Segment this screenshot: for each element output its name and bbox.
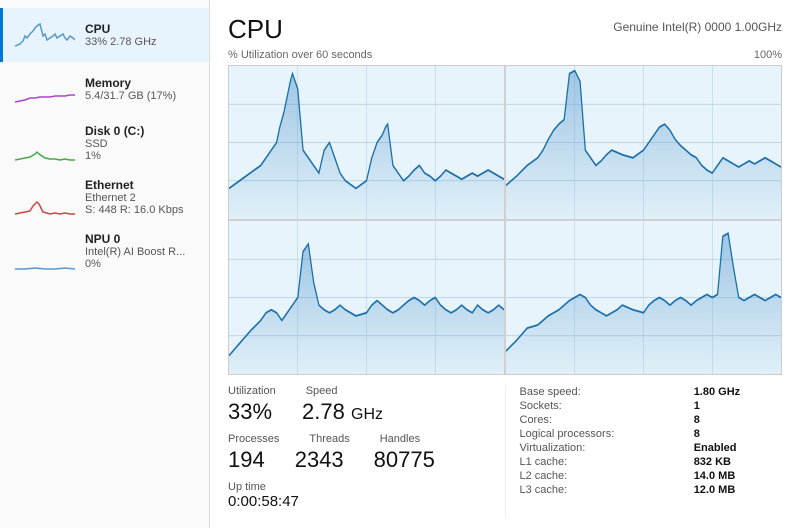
spec-value: 832 KB — [690, 455, 782, 469]
utilization-value: 33% — [228, 399, 272, 425]
spec-row: Cores:8 — [516, 413, 783, 427]
proc-thread-handle-values: 194 2343 80775 — [228, 447, 495, 473]
disk-mini-chart — [15, 124, 75, 162]
main-panel: CPU Genuine Intel(R) 0000 1.00GHz % Util… — [210, 0, 800, 528]
handles-label: Handles — [380, 433, 420, 445]
cpu-sublabel: 33% 2.78 GHz — [85, 36, 157, 48]
sidebar-item-ethernet[interactable]: Ethernet Ethernet 2 S: 448 R: 16.0 Kbps — [0, 170, 209, 224]
threads-label: Threads — [309, 433, 349, 445]
stats-row: Utilization Speed 33% 2.78 GHz Processes… — [228, 385, 782, 518]
npu-sublabel1: Intel(R) AI Boost R... — [85, 246, 185, 258]
speed-value: 2.78 GHz — [302, 399, 383, 425]
sidebar-item-disk[interactable]: Disk 0 (C:) SSD 1% — [0, 116, 209, 170]
threads-value: 2343 — [295, 447, 344, 473]
ethernet-sublabel1: Ethernet 2 — [85, 192, 183, 204]
spec-row: Logical processors:8 — [516, 427, 783, 441]
spec-label: Cores: — [516, 413, 690, 427]
cpu-charts — [228, 65, 782, 375]
ethernet-sidebar-info: Ethernet Ethernet 2 S: 448 R: 16.0 Kbps — [85, 178, 183, 216]
spec-label: L3 cache: — [516, 483, 690, 497]
uptime-value: 0:00:58:47 — [228, 493, 495, 510]
proc-thread-handle-labels: Processes Threads Handles — [228, 433, 495, 445]
sidebar-item-memory[interactable]: Memory 5.4/31.7 GB (17%) — [0, 62, 209, 116]
utilization-label: % Utilization over 60 seconds — [228, 49, 372, 61]
memory-label: Memory — [85, 76, 176, 90]
spec-row: Base speed:1.80 GHz — [516, 385, 783, 399]
sidebar-item-npu[interactable]: NPU 0 Intel(R) AI Boost R... 0% — [0, 224, 209, 278]
spec-label: Virtualization: — [516, 441, 690, 455]
spec-row: Virtualization:Enabled — [516, 441, 783, 455]
processes-label: Processes — [228, 433, 279, 445]
spec-label: Sockets: — [516, 399, 690, 413]
spec-value: 1.80 GHz — [690, 385, 782, 399]
npu-sublabel2: 0% — [85, 258, 185, 270]
cpu-mini-chart — [15, 16, 75, 54]
uptime-group: Up time 0:00:58:47 — [228, 481, 495, 510]
spec-value: 14.0 MB — [690, 469, 782, 483]
spec-value: 8 — [690, 427, 782, 441]
sidebar: CPU 33% 2.78 GHz Memory 5.4/31.7 GB (17%… — [0, 0, 210, 528]
main-header: CPU Genuine Intel(R) 0000 1.00GHz — [228, 14, 782, 45]
sidebar-item-cpu[interactable]: CPU 33% 2.78 GHz — [0, 8, 209, 62]
proc-thread-handle-group: Processes Threads Handles 194 2343 80775 — [228, 433, 495, 473]
npu-sidebar-info: NPU 0 Intel(R) AI Boost R... 0% — [85, 232, 185, 270]
processes-value: 194 — [228, 447, 265, 473]
utilization-stat-label: Utilization — [228, 385, 276, 397]
processor-name: Genuine Intel(R) 0000 1.00GHz — [613, 14, 782, 34]
spec-value: Enabled — [690, 441, 782, 455]
npu-mini-chart — [15, 232, 75, 270]
util-speed-group: Utilization Speed 33% 2.78 GHz — [228, 385, 495, 425]
spec-value: 1 — [690, 399, 782, 413]
chart-label-row: % Utilization over 60 seconds 100% — [228, 49, 782, 61]
util-speed-values: 33% 2.78 GHz — [228, 399, 495, 425]
memory-mini-chart — [15, 70, 75, 108]
chart-top-right — [506, 66, 781, 219]
handles-value: 80775 — [374, 447, 435, 473]
percent-label: 100% — [754, 49, 782, 61]
disk-label: Disk 0 (C:) — [85, 124, 144, 138]
spec-value: 8 — [690, 413, 782, 427]
page-title: CPU — [228, 14, 283, 45]
memory-sidebar-info: Memory 5.4/31.7 GB (17%) — [85, 76, 176, 102]
spec-label: L2 cache: — [516, 469, 690, 483]
spec-row: L2 cache:14.0 MB — [516, 469, 783, 483]
spec-row: L3 cache:12.0 MB — [516, 483, 783, 497]
chart-bottom-right — [506, 221, 781, 374]
cpu-label: CPU — [85, 22, 157, 36]
chart-top-left — [229, 66, 504, 219]
spec-row: L1 cache:832 KB — [516, 455, 783, 469]
cpu-sidebar-info: CPU 33% 2.78 GHz — [85, 22, 157, 48]
ethernet-sublabel2: S: 448 R: 16.0 Kbps — [85, 204, 183, 216]
stats-right: Base speed:1.80 GHzSockets:1Cores:8Logic… — [505, 385, 783, 518]
chart-bottom-left — [229, 221, 504, 374]
memory-sublabel: 5.4/31.7 GB (17%) — [85, 90, 176, 102]
disk-sidebar-info: Disk 0 (C:) SSD 1% — [85, 124, 144, 162]
spec-label: Base speed: — [516, 385, 690, 399]
ethernet-label: Ethernet — [85, 178, 183, 192]
disk-sublabel2: 1% — [85, 150, 144, 162]
util-speed-labels: Utilization Speed — [228, 385, 495, 397]
disk-sublabel1: SSD — [85, 138, 144, 150]
spec-value: 12.0 MB — [690, 483, 782, 497]
speed-stat-label: Speed — [306, 385, 338, 397]
spec-table: Base speed:1.80 GHzSockets:1Cores:8Logic… — [516, 385, 783, 497]
stats-left: Utilization Speed 33% 2.78 GHz Processes… — [228, 385, 495, 518]
ethernet-mini-chart — [15, 178, 75, 216]
npu-label: NPU 0 — [85, 232, 185, 246]
spec-row: Sockets:1 — [516, 399, 783, 413]
spec-label: L1 cache: — [516, 455, 690, 469]
uptime-label: Up time — [228, 481, 495, 493]
spec-label: Logical processors: — [516, 427, 690, 441]
